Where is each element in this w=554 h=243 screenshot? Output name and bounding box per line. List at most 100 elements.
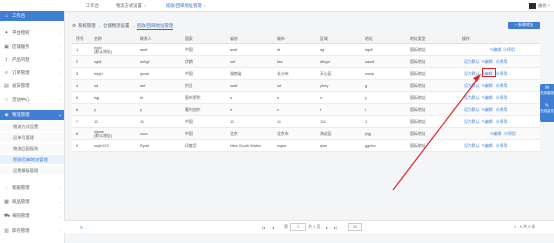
delete-link[interactable]: ⊘停用 [496, 59, 508, 64]
sidebar-subitem-address-management[interactable]: 揽收/回邮地址管理 [0, 155, 64, 164]
sidebar-item-label: 订单管理 [12, 70, 30, 75]
close-icon[interactable]: × [144, 3, 146, 8]
set-default-link[interactable]: 设为默认 [464, 83, 480, 88]
set-default-link[interactable]: 设为默认 [464, 71, 480, 76]
cell-address: gghbv [365, 142, 376, 148]
cell-district: qwe [320, 142, 328, 148]
sidebar-subitem-label: 运单号管理 [13, 134, 34, 140]
sidebar-item-customer-service[interactable]: ◌ 客服管理 › [0, 183, 64, 193]
first-page-button[interactable]: |◂ [262, 221, 265, 233]
cell-address-type: 国际地址 [410, 94, 426, 100]
edit-label: 编辑 [493, 46, 502, 52]
tab-workbench[interactable]: 工作台 [86, 0, 99, 11]
cell-city: fda [277, 58, 283, 64]
refresh-icon[interactable]: ↻ [80, 221, 83, 233]
cell-address: dgdf [365, 46, 373, 52]
chevron-down-icon: ˅ [547, 3, 550, 8]
sidebar-item-inventory[interactable]: ▥ 库存管理 › [0, 226, 64, 236]
sidebar-item-activity[interactable]: ☆ 活动中心 › [0, 95, 64, 105]
cell-province: o [230, 94, 233, 100]
cell-index: 1 [76, 46, 79, 52]
tab-label: 工作台 [86, 2, 99, 8]
set-default-link[interactable]: 设为默认 [464, 107, 480, 112]
sidebar-item-purchasing[interactable]: ⛟ 采购管理 › [0, 211, 64, 221]
set-default-link[interactable]: 设为默认 [464, 59, 480, 64]
breadcrumb-current: 揽收/回邮地址管理 [136, 22, 174, 30]
set-default-link[interactable]: 设为默认 [464, 143, 480, 148]
edit-link[interactable]: ✎编辑 [482, 107, 493, 112]
edit-label: 编辑 [484, 118, 493, 124]
page-size-select[interactable]: 20 [346, 221, 364, 233]
sidebar-subitem-freight-templates[interactable]: 运费模板管理 [0, 166, 64, 175]
sidebar-item-workbench[interactable]: ⌂ 工作台 [0, 11, 64, 21]
cell-city: x [277, 106, 279, 112]
sidebar-item-label: 商品管理 [12, 199, 30, 204]
column-header-name: 名称 [94, 36, 102, 41]
edit-link[interactable]: ✎编辑 [482, 83, 493, 88]
tab-shipping-methods[interactable]: 物流方式设置 × [116, 0, 146, 11]
sidebar-item-listing[interactable]: ⇪ 产品刊登 › [0, 55, 64, 65]
user-menu[interactable]: 操作 ˅ [529, 2, 550, 9]
tab-address-management[interactable]: 揽收/回邮地址管理 × [166, 0, 206, 11]
edit-link[interactable]: ✎编辑 [482, 59, 493, 64]
cell-city: 11 [277, 118, 282, 124]
cell-province: New South Wales [230, 142, 261, 148]
edit-link[interactable]: ✎编辑 [490, 46, 502, 52]
logistics-icon: ◈ [4, 111, 9, 118]
sidebar-item-label: 工作台 [12, 13, 26, 18]
chevron-right-icon: › [59, 44, 61, 50]
breadcrumb-item[interactable]: 仓储物流设置 [103, 23, 129, 29]
column-header-province: 省份 [230, 36, 238, 41]
sidebar-item-shipping[interactable]: ▤ 发货管理 › [0, 81, 64, 91]
column-header-address-type: 地址类型 [410, 36, 426, 41]
close-icon[interactable]: × [204, 3, 206, 8]
delete-link[interactable]: ⊘停用 [496, 119, 508, 124]
edit-link[interactable]: ✎编辑 [482, 95, 493, 100]
online-service-link[interactable]: 在线客服 [540, 91, 554, 96]
row-actions: ✎编辑 ⊘停用 [490, 44, 515, 55]
page-label: 第 [284, 224, 288, 229]
delete-link[interactable]: ⊘停用 [496, 143, 508, 148]
sidebar-item-store-service[interactable]: ▣ 店铺服务 › [0, 42, 64, 52]
edit-link[interactable]: ✎编辑 [482, 118, 493, 124]
cell-province: 湖南省 [230, 70, 242, 76]
edit-link[interactable]: ✎编辑 [482, 143, 493, 148]
page-input[interactable]: 1 [290, 223, 306, 231]
set-default-link[interactable]: 设为默认 [464, 95, 480, 100]
sidebar-item-orders[interactable]: ≡ 订单管理 › [0, 68, 64, 78]
cell-contact: y [140, 106, 142, 112]
cell-address-type: 国际地址 [410, 70, 426, 76]
cell-contact: Rydd [140, 142, 150, 148]
row-actions: 设为默认 ✎编辑 ⊘停用 [464, 104, 507, 115]
delete-label: 停用 [507, 130, 516, 136]
cell-contact: asdf [140, 46, 148, 52]
breadcrumb-item[interactable]: 系统管理 [78, 23, 96, 29]
sidebar-subitem-matching-rules[interactable]: 物流匹配规则 [0, 144, 64, 153]
edit-link[interactable]: ✎编辑 [490, 131, 501, 136]
sidebar-subitem-tracking-numbers[interactable]: 运单号管理 [0, 133, 64, 142]
cell-city: iut [277, 82, 282, 88]
sidebar-item-label: 库存管理 [12, 228, 30, 233]
delete-label: 停用 [499, 70, 508, 76]
delete-link[interactable]: ⊘停用 [504, 130, 516, 136]
default-tag: (默认地址) [94, 48, 113, 54]
last-page-button[interactable]: ▸| [334, 221, 337, 233]
add-address-button[interactable]: + 新增地址 [508, 22, 540, 29]
next-page-button[interactable]: ▸ [326, 221, 328, 233]
sidebar-subitem-shipping-methods[interactable]: 物流方式设置 [0, 122, 64, 131]
leave-message-link[interactable]: 在线留言 [540, 109, 554, 114]
set-default-link[interactable]: 设为默认 [464, 119, 480, 124]
cell-province: 北京 [230, 130, 238, 136]
prev-page-button[interactable]: ◂ [272, 221, 274, 233]
delete-link[interactable]: ⊘停用 [496, 70, 508, 76]
sidebar-item-platform-auth[interactable]: ✦ 平台授权 › [0, 28, 64, 38]
delete-link[interactable]: ⊘停用 [496, 107, 508, 112]
sidebar-item-logistics[interactable]: ◈ 物流管理 ˅ [0, 110, 64, 120]
delete-link[interactable]: ⊘停用 [496, 83, 508, 88]
delete-link[interactable]: ⊘停用 [503, 47, 515, 52]
cell-contact: asf [140, 82, 146, 88]
delete-link[interactable]: ⊘停用 [496, 95, 508, 100]
cell-district: o [320, 94, 323, 100]
sidebar-item-products[interactable]: ▦ 商品管理 › [0, 197, 64, 207]
row-actions: 设为默认 ✎编辑 ⊘停用 [464, 56, 507, 67]
